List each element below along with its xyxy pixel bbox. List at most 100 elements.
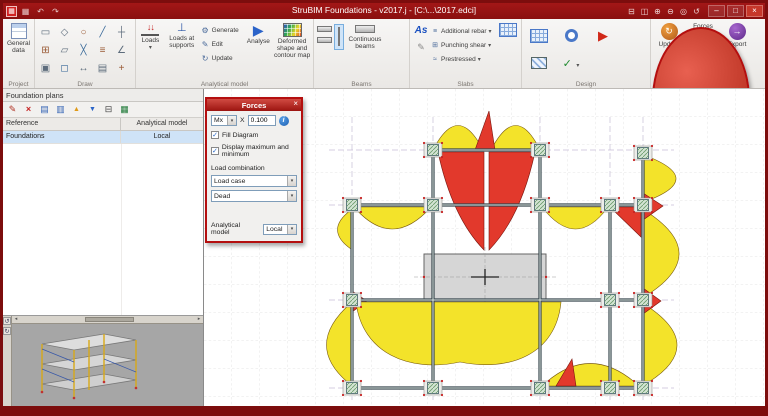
- move-up-icon[interactable]: ▲: [70, 103, 83, 116]
- analytical-model-value: Local: [264, 225, 287, 234]
- previous-view-icon[interactable]: ↺: [690, 7, 703, 16]
- analytical-model-select[interactable]: Local ▾: [263, 224, 297, 235]
- model-actions-stack: ⚙ Generate ✎ Edit ↻ Update: [200, 21, 245, 65]
- analyse-button[interactable]: ▶ Analyse: [244, 21, 272, 45]
- hatched-slab-icon[interactable]: [531, 57, 547, 69]
- chevron-down-icon[interactable]: ▾: [287, 176, 296, 186]
- draw-tool-icon[interactable]: ◇: [55, 23, 74, 41]
- draw-tool-icon[interactable]: ↔: [74, 59, 93, 77]
- draw-tool-icon[interactable]: ┼: [112, 23, 131, 41]
- chevron-down-icon[interactable]: ▾: [227, 116, 236, 125]
- maximize-button[interactable]: □: [727, 5, 744, 17]
- update-button[interactable]: ↻ Update: [200, 52, 245, 65]
- draw-tool-icon[interactable]: ◻: [55, 59, 74, 77]
- duplicate-icon[interactable]: ▥: [54, 103, 67, 116]
- pencil-icon[interactable]: ✎: [411, 42, 431, 53]
- app-icon[interactable]: ▦: [6, 6, 17, 17]
- prestressed-button[interactable]: ≈ Prestressed ▾: [431, 53, 497, 65]
- scrollbar-thumb[interactable]: [85, 317, 135, 322]
- draw-tool-icon[interactable]: ▤: [93, 59, 112, 77]
- edit-icon[interactable]: ✎: [6, 103, 19, 116]
- group-label-analytical-model: Analytical model: [136, 81, 313, 88]
- table-row[interactable]: Foundations Local: [3, 131, 203, 144]
- beam-icon[interactable]: [317, 26, 332, 32]
- loads-at-supports-button[interactable]: ⊥ Loads at supports: [164, 21, 200, 49]
- bim-forces-button[interactable]: ↯ Forces: [686, 21, 720, 30]
- additional-rebar-button[interactable]: ≡ Additional rebar ▾: [431, 25, 497, 37]
- check-design-button[interactable]: ✓ ▾: [563, 54, 580, 72]
- generate-button[interactable]: ⚙ Generate: [200, 24, 245, 37]
- zoom-window-icon[interactable]: ◫: [638, 7, 651, 16]
- x-input[interactable]: [248, 115, 276, 126]
- save-icon[interactable]: ▦: [19, 7, 32, 16]
- forces-dialog-titlebar[interactable]: Forces ×: [207, 99, 301, 111]
- preview-tool-strip: ↺ ↻: [3, 316, 12, 406]
- draw-tool-icon[interactable]: ▭: [36, 23, 55, 41]
- table-header: Reference Analytical model: [3, 118, 203, 131]
- continuous-beams-label: Continuous beams: [344, 36, 386, 50]
- loads-button[interactable]: ↓↓ Loads ▾: [137, 21, 164, 51]
- draw-tool-icon[interactable]: ≡: [93, 41, 112, 59]
- draw-tool-icon[interactable]: ▱: [55, 41, 74, 59]
- display-max-min-checkbox[interactable]: ✓: [211, 147, 219, 155]
- chevron-down-icon: ▾: [478, 56, 481, 63]
- deformed-shape-button[interactable]: Deformed shape and contour map: [272, 21, 312, 59]
- continuous-beams-button[interactable]: Continuous beams: [344, 21, 386, 50]
- load-case-select[interactable]: Dead ▾: [211, 190, 297, 202]
- draw-tool-icon[interactable]: ○: [74, 23, 93, 41]
- draw-tool-icon[interactable]: ▣: [36, 59, 55, 77]
- close-icon[interactable]: ×: [293, 100, 298, 108]
- component-select[interactable]: Mx ▾: [211, 115, 237, 126]
- beam-selected-tool[interactable]: [334, 24, 344, 50]
- orbit-icon[interactable]: ↻: [3, 327, 11, 335]
- punching-shear-button[interactable]: ⊞ Punching shear ▾: [431, 39, 497, 51]
- design-mesh-icon[interactable]: [530, 29, 548, 43]
- general-data-button[interactable]: General data: [4, 21, 33, 54]
- copy-icon[interactable]: ▤: [38, 103, 51, 116]
- preview-scrollbar[interactable]: ◂ ▸: [12, 316, 203, 324]
- chevron-down-icon[interactable]: ▾: [287, 225, 296, 234]
- calculate-play-icon[interactable]: ▶: [598, 29, 608, 42]
- column-analytical-model[interactable]: Analytical model: [121, 118, 203, 130]
- scroll-left-icon[interactable]: ◂: [12, 317, 20, 322]
- donut-chart-icon[interactable]: [565, 29, 578, 42]
- column-reference[interactable]: Reference: [3, 118, 121, 130]
- undo-icon[interactable]: ↶: [34, 7, 47, 16]
- print-icon[interactable]: ⊟: [102, 103, 115, 116]
- draw-tool-icon[interactable]: ∠: [112, 41, 131, 59]
- delete-icon[interactable]: ×: [22, 103, 35, 116]
- rebar-areas-icon[interactable]: As: [411, 26, 431, 36]
- edit-label: Edit: [212, 41, 223, 48]
- draw-tool-icon[interactable]: ╳: [74, 41, 93, 59]
- loads-at-supports-icon: ⊥: [177, 23, 187, 34]
- draw-tool-icon[interactable]: +: [112, 59, 131, 77]
- orbit-icon[interactable]: ↺: [3, 317, 11, 325]
- beam-icon[interactable]: [317, 37, 332, 43]
- draw-tool-icon[interactable]: ⊞: [36, 41, 55, 59]
- redo-icon[interactable]: ↷: [49, 7, 62, 16]
- slab-mesh-button[interactable]: [497, 21, 519, 37]
- panel-toolbar: ✎ × ▤ ▥ ▲ ▼ ⊟ ▦: [3, 102, 203, 118]
- draw-tool-icon[interactable]: ╱: [93, 23, 112, 41]
- move-down-icon[interactable]: ▼: [86, 103, 99, 116]
- print-icon[interactable]: ⊟: [625, 7, 638, 16]
- zoom-extents-icon[interactable]: ◎: [677, 7, 690, 16]
- zoom-in-icon[interactable]: ⊕: [651, 7, 664, 16]
- minimize-button[interactable]: –: [708, 5, 725, 17]
- edit-button[interactable]: ✎ Edit: [200, 38, 245, 51]
- zoom-out-icon[interactable]: ⊖: [664, 7, 677, 16]
- fill-diagram-label: Fill Diagram: [222, 132, 258, 139]
- combination-type-select[interactable]: Load case ▾: [211, 175, 297, 187]
- spreadsheet-icon[interactable]: ▦: [118, 103, 131, 116]
- close-button[interactable]: ×: [746, 5, 763, 17]
- scroll-right-icon[interactable]: ▸: [195, 317, 203, 322]
- table-body[interactable]: [3, 144, 203, 316]
- slab-menu-stack: ≡ Additional rebar ▾ ⊞ Punching shear ▾ …: [431, 21, 497, 65]
- chevron-down-icon[interactable]: ▾: [287, 191, 296, 201]
- preview-3d[interactable]: [12, 324, 203, 406]
- titlebar: ▦ ▦ ↶ ↷ StruBIM Foundations - v2017.j - …: [3, 3, 765, 19]
- info-icon[interactable]: i: [279, 116, 289, 126]
- continuous-beam-icon: [355, 25, 375, 33]
- fill-diagram-checkbox[interactable]: ✓: [211, 131, 219, 139]
- drawing-canvas[interactable]: Forces × Mx ▾ X i ✓ Fill Diagram: [204, 89, 765, 406]
